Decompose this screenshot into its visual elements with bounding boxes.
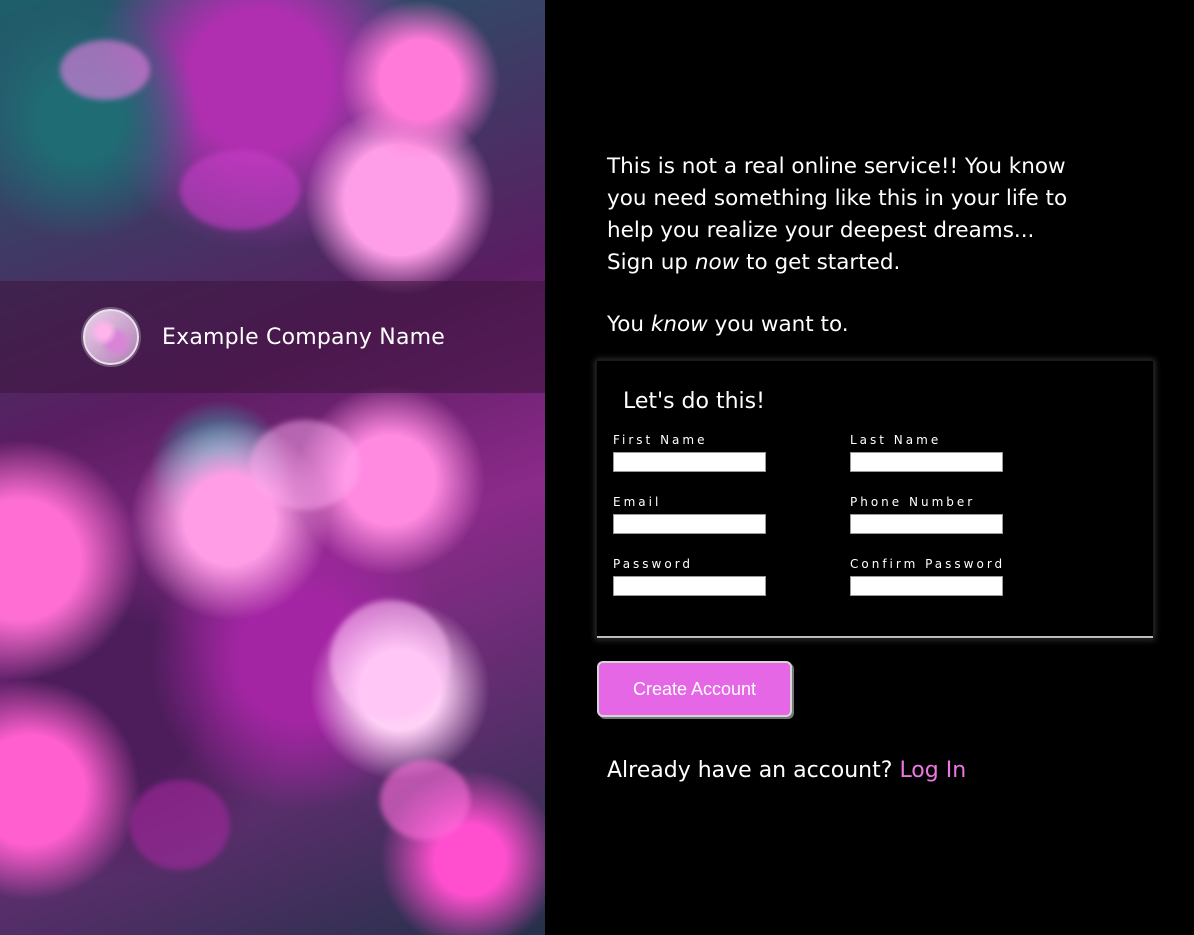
- first-name-group: First Name: [613, 433, 766, 472]
- confirm-password-group: Confirm Password: [850, 557, 1005, 596]
- form-title: Let's do this!: [623, 389, 765, 414]
- intro-paragraph: This is not a real online service!! You …: [607, 151, 1077, 279]
- brand-banner: Example Company Name: [0, 281, 545, 393]
- phone-group: Phone Number: [850, 495, 1003, 534]
- email-group: Email: [613, 495, 766, 534]
- create-account-button[interactable]: Create Account: [597, 661, 792, 717]
- company-name: Example Company Name: [162, 324, 445, 350]
- login-prompt: Already have an account? Log In: [607, 758, 966, 783]
- phone-label: Phone Number: [850, 495, 976, 509]
- signup-panel: This is not a real online service!! You …: [545, 0, 1194, 935]
- password-label: Password: [613, 557, 694, 571]
- intro-text: This is not a real online service!! You …: [607, 151, 1077, 341]
- tagline-text-fragment: You: [607, 312, 651, 337]
- first-name-label: First Name: [613, 433, 708, 447]
- password-input[interactable]: [613, 576, 766, 596]
- signup-page: Example Company Name This is not a real …: [0, 0, 1194, 935]
- signup-form: Let's do this! First Name Last Name Emai…: [597, 361, 1153, 638]
- tagline-text-fragment: you want to.: [707, 312, 849, 337]
- confirm-password-label: Confirm Password: [850, 557, 1006, 571]
- login-link[interactable]: Log In: [899, 758, 966, 783]
- email-label: Email: [613, 495, 662, 509]
- last-name-group: Last Name: [850, 433, 1003, 472]
- last-name-input[interactable]: [850, 452, 1003, 472]
- login-prompt-text: Already have an account?: [607, 758, 900, 783]
- password-group: Password: [613, 557, 766, 596]
- first-name-input[interactable]: [613, 452, 766, 472]
- intro-emphasis: now: [694, 250, 740, 275]
- email-input[interactable]: [613, 514, 766, 534]
- intro-text-fragment: Sign up: [607, 250, 695, 275]
- company-logo: [83, 309, 139, 365]
- confirm-password-input[interactable]: [850, 576, 1003, 596]
- last-name-label: Last Name: [850, 433, 942, 447]
- intro-text-fragment: to get started.: [739, 250, 901, 275]
- tagline-emphasis: know: [650, 312, 708, 337]
- intro-line: This is not a real online service!! You …: [607, 154, 1068, 243]
- phone-input[interactable]: [850, 514, 1003, 534]
- hero-image: Example Company Name: [0, 0, 545, 935]
- intro-tagline: You know you want to.: [607, 309, 1077, 341]
